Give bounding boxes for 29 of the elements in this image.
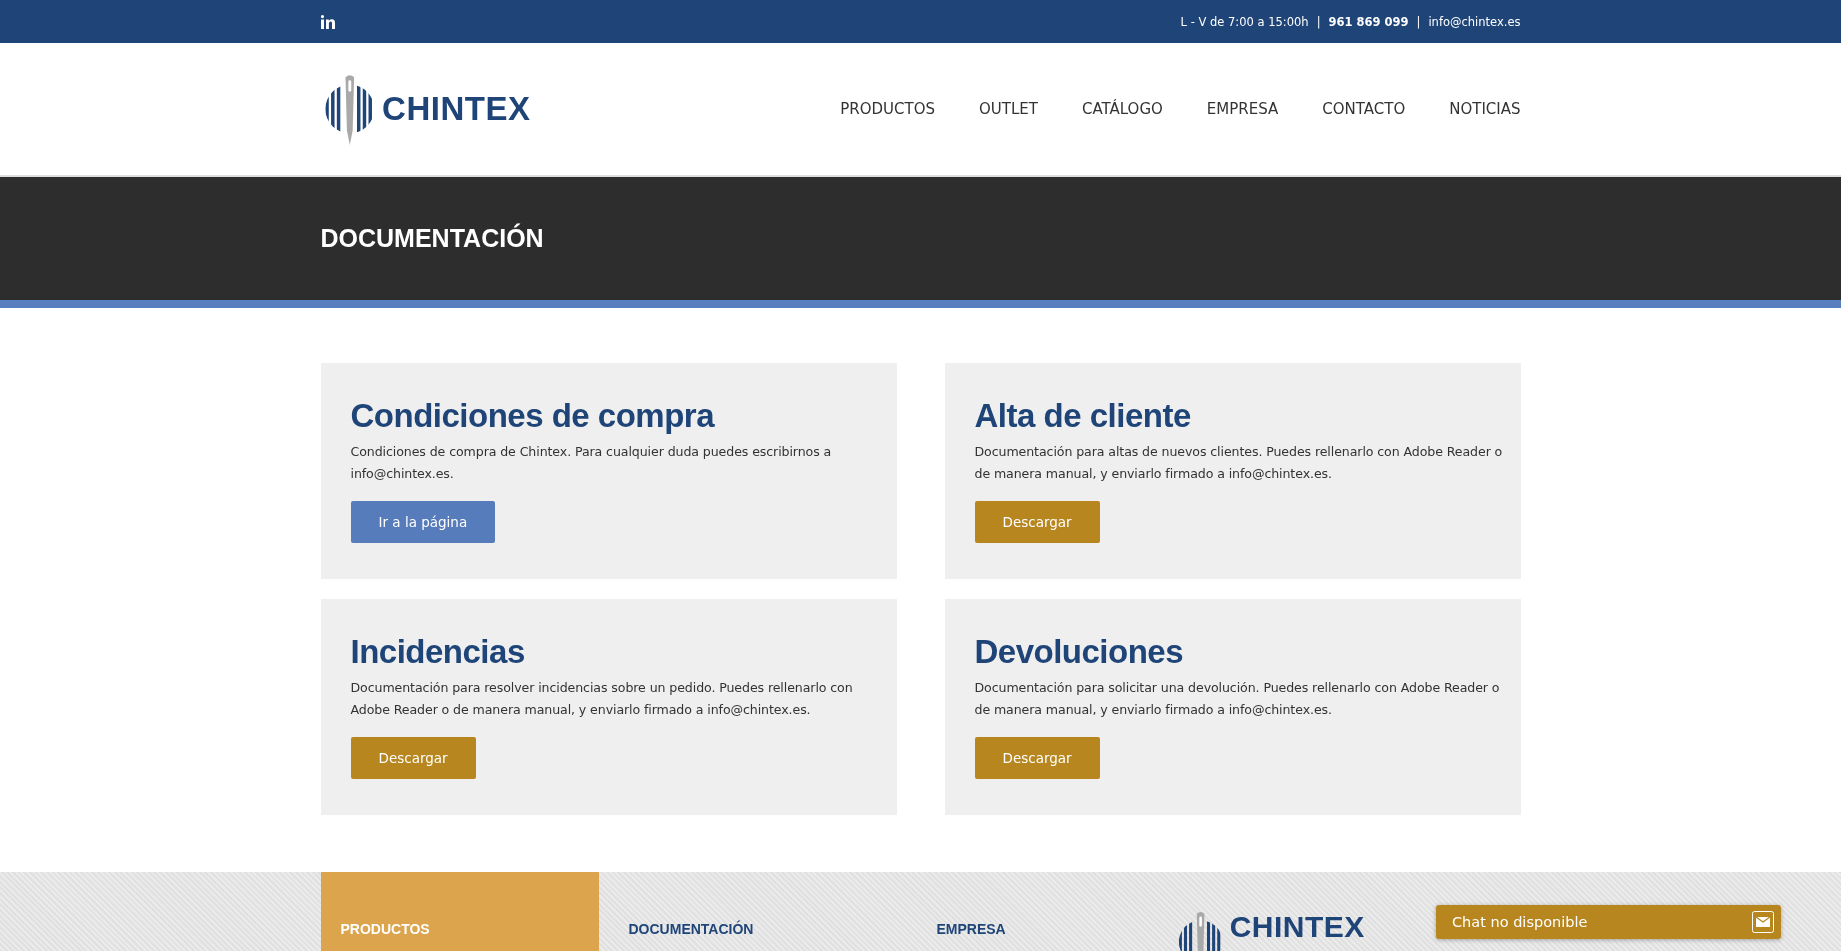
go-to-page-button[interactable]: Ir a la página [350,501,496,543]
footer-heading: EMPRESA [936,921,1006,937]
card-title: Condiciones de compra [350,397,716,435]
nav-link[interactable]: CONTACTO [1322,100,1406,118]
card-description: Documentación para resolver incidencias sobre un pedido. Puedes rellenarlo con Adobe Reader o de manera manual, y enviarlo firmado a info@chintex.es. [350,679,854,719]
nav-link[interactable]: PRODUCTOS [840,100,935,118]
footer-logo-text: CHINTEX [1229,910,1365,944]
nav-link[interactable]: CATÁLOGO [1081,100,1163,118]
footer-heading: DOCUMENTACIÓN [628,921,754,937]
logo-text[interactable]: CHINTEX [382,90,531,128]
separator: | [1316,14,1321,29]
email-link[interactable]: info@chintex.es [1428,14,1521,29]
mail-icon[interactable] [1752,911,1774,933]
chat-status: Chat no disponible [1452,914,1588,930]
card-description: Condiciones de compra de Chintex. Para cualquier duda puedes escribirnos a info@chintex.es. [350,443,833,483]
page-title: DOCUMENTACIÓN [320,224,544,253]
nav-link[interactable]: OUTLET [978,100,1038,118]
card-description: Documentación para altas de nuevos clientes. Puedes rellenarlo con Adobe Reader o de manera manual, y enviarlo firmado a info@chintex.es. [974,443,1504,483]
separator: | [1416,14,1421,29]
nav-link[interactable]: NOTICIAS [1449,100,1521,118]
nav-link[interactable]: EMPRESA [1206,100,1279,118]
phone-number: 961 869 099 [1328,14,1409,29]
footer-heading: PRODUCTOS [340,921,430,937]
card-title: Incidencias [350,633,526,671]
card-description: Documentación para solicitar una devolución. Puedes rellenarlo con Adobe Reader o de manera manual, y enviarlo firmado a info@chintex.es. [974,679,1501,719]
opening-hours: L - V de 7:00 a 15:00h [1180,14,1309,29]
linkedin-icon[interactable] [320,14,336,29]
card-title: Alta de cliente [974,397,1192,435]
card-title: Devoluciones [974,633,1185,671]
